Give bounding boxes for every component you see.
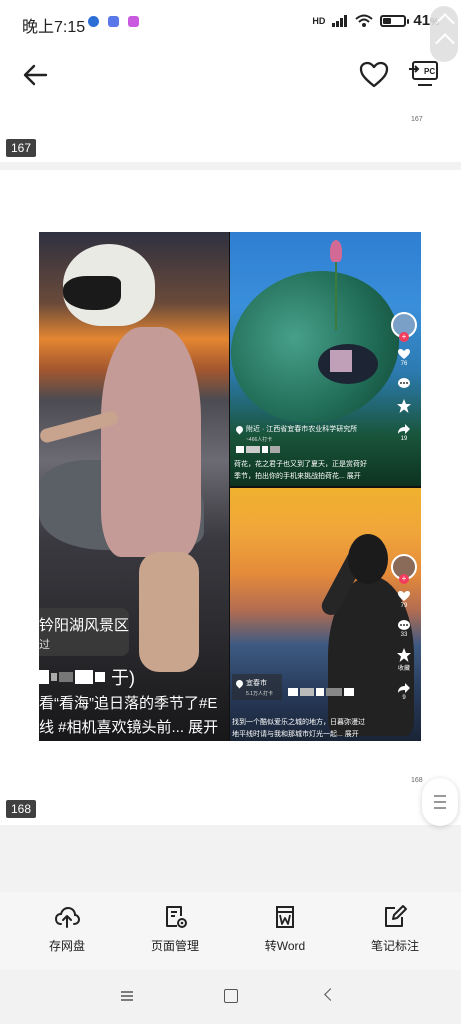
comment-icon	[398, 620, 410, 630]
share-count: 19	[400, 436, 408, 442]
page-small-label: 167	[411, 116, 423, 123]
notification-app-icon	[88, 16, 99, 27]
share-count: 9	[402, 695, 406, 701]
comment-icon	[398, 378, 410, 388]
signal-icon	[332, 14, 348, 27]
visitor-count: 5.1万人打卡	[246, 691, 273, 697]
share-icon	[398, 424, 410, 434]
convert-word-button[interactable]: 转Word	[240, 892, 330, 970]
caption-text: 地平线时请与我和那城市灯光一起... 展开	[232, 731, 359, 738]
location-sub: 过	[39, 639, 50, 651]
page-manage-icon	[166, 906, 187, 928]
status-time: 晚上7:15	[22, 19, 86, 36]
system-nav-bar	[0, 970, 461, 1024]
photo-sunset-silhouette: + 79 33 收藏 9 宜春市 5.1万人打卡 找到一个酷似爱乐之城的地方，日…	[230, 488, 421, 741]
toolbar-label: 页面管理	[150, 939, 199, 953]
stem-shape	[335, 260, 337, 330]
side-drawer-button[interactable]	[422, 778, 458, 826]
favorite-label: 收藏	[397, 666, 410, 672]
page-image-collage: 钤阳湖风景区 过 于) 看“看海”追日落的季节了#E 线 #相机喜欢镜头前...…	[39, 232, 421, 741]
star-icon	[397, 648, 411, 662]
cloud-upload-icon	[54, 906, 80, 928]
pdf-page: 167 167	[0, 104, 461, 162]
location-chip: 宜春市	[234, 678, 267, 688]
word-convert-icon	[276, 906, 294, 928]
menu-icon[interactable]	[120, 990, 134, 1002]
home-square-icon[interactable]	[224, 989, 238, 1003]
location-name: 钤阳湖风景区	[39, 617, 130, 634]
scroll-handle[interactable]	[430, 6, 458, 62]
pixelated-username	[236, 446, 280, 453]
arrow-left-icon[interactable]	[20, 60, 50, 90]
page-number-badge: 168	[6, 800, 37, 818]
caption-text: 找到一个酷似爱乐之城的地方，日暮弥漫过	[232, 719, 365, 726]
page-small-label: 168	[411, 777, 423, 784]
location-bubble: 钤阳湖风景区 过	[39, 608, 129, 656]
visor-shape	[63, 276, 121, 310]
face-blur	[330, 350, 352, 372]
caption-text: 季节，拍出你的手机来挑战拍荷花... 展开	[234, 473, 361, 480]
lotus-bud-shape	[330, 240, 342, 262]
photo-motorcycle-girl: 钤阳湖风景区 过 于) 看“看海”追日落的季节了#E 线 #相机喜欢镜头前...…	[39, 232, 229, 741]
location-pin-icon	[234, 424, 245, 434]
photo-lotus-girl: + 76 19 附近 · 江西省宜春市农业科学研究所 ~466人打卡 荷花，花之…	[230, 232, 421, 486]
notification-app-icon	[108, 16, 119, 27]
like-count: 79	[400, 603, 408, 609]
location-chip: 附近 · 江西省宜春市农业科学研究所	[234, 424, 357, 434]
avatar: +	[391, 312, 417, 342]
bottom-toolbar: 存网盘 页面管理 转Word 笔记标注	[0, 892, 461, 970]
comment-count: 33	[400, 632, 408, 638]
page-manage-button[interactable]: 页面管理	[130, 892, 220, 970]
note-annotate-button[interactable]: 笔记标注	[350, 892, 440, 970]
caption-text: 线 #相机喜欢镜头前... 展开	[39, 719, 219, 736]
legs-shape	[139, 552, 199, 672]
toolbar-label: 转Word	[264, 939, 306, 953]
notification-app-icon	[128, 16, 139, 27]
silhouette-head-shape	[348, 534, 388, 584]
location-pin-icon	[234, 678, 245, 688]
note-edit-icon	[385, 905, 407, 927]
cast-to-pc-icon[interactable]: PC	[406, 59, 440, 91]
figure-shape	[101, 327, 201, 557]
caption-text: 荷花，花之君子也又到了夏天，正是赏荷好	[234, 461, 367, 468]
page-number-badge: 167	[6, 139, 37, 157]
avatar: +	[391, 554, 417, 584]
share-icon	[398, 683, 410, 693]
battery-icon	[380, 14, 410, 27]
wifi-icon	[355, 14, 374, 27]
star-icon	[397, 399, 411, 413]
toolbar-label: 存网盘	[48, 939, 85, 953]
action-column: + 79 33 收藏 9	[391, 554, 417, 701]
network-type-label: HD	[312, 15, 326, 26]
pc-label: PC	[424, 67, 435, 76]
like-count: 76	[400, 361, 408, 367]
heart-outline-icon[interactable]	[358, 59, 390, 91]
visitor-count: ~466人打卡	[246, 437, 273, 443]
save-to-cloud-button[interactable]: 存网盘	[22, 892, 112, 970]
caption-text: 看“看海”追日落的季节了#E	[39, 695, 218, 712]
status-right: HD 41%	[312, 12, 439, 29]
top-nav: PC	[0, 6, 461, 104]
notification-icons	[88, 16, 139, 27]
back-chevron-icon[interactable]	[324, 988, 337, 1001]
status-bar: 晚上7:15 HD 41%	[0, 0, 461, 46]
pixelated-username: 于)	[39, 664, 135, 690]
like-heart-icon	[398, 349, 410, 359]
toolbar-label: 笔记标注	[370, 939, 419, 953]
like-heart-icon	[398, 591, 410, 601]
action-column: + 76 19	[391, 312, 417, 442]
pixelated-username	[288, 688, 354, 696]
